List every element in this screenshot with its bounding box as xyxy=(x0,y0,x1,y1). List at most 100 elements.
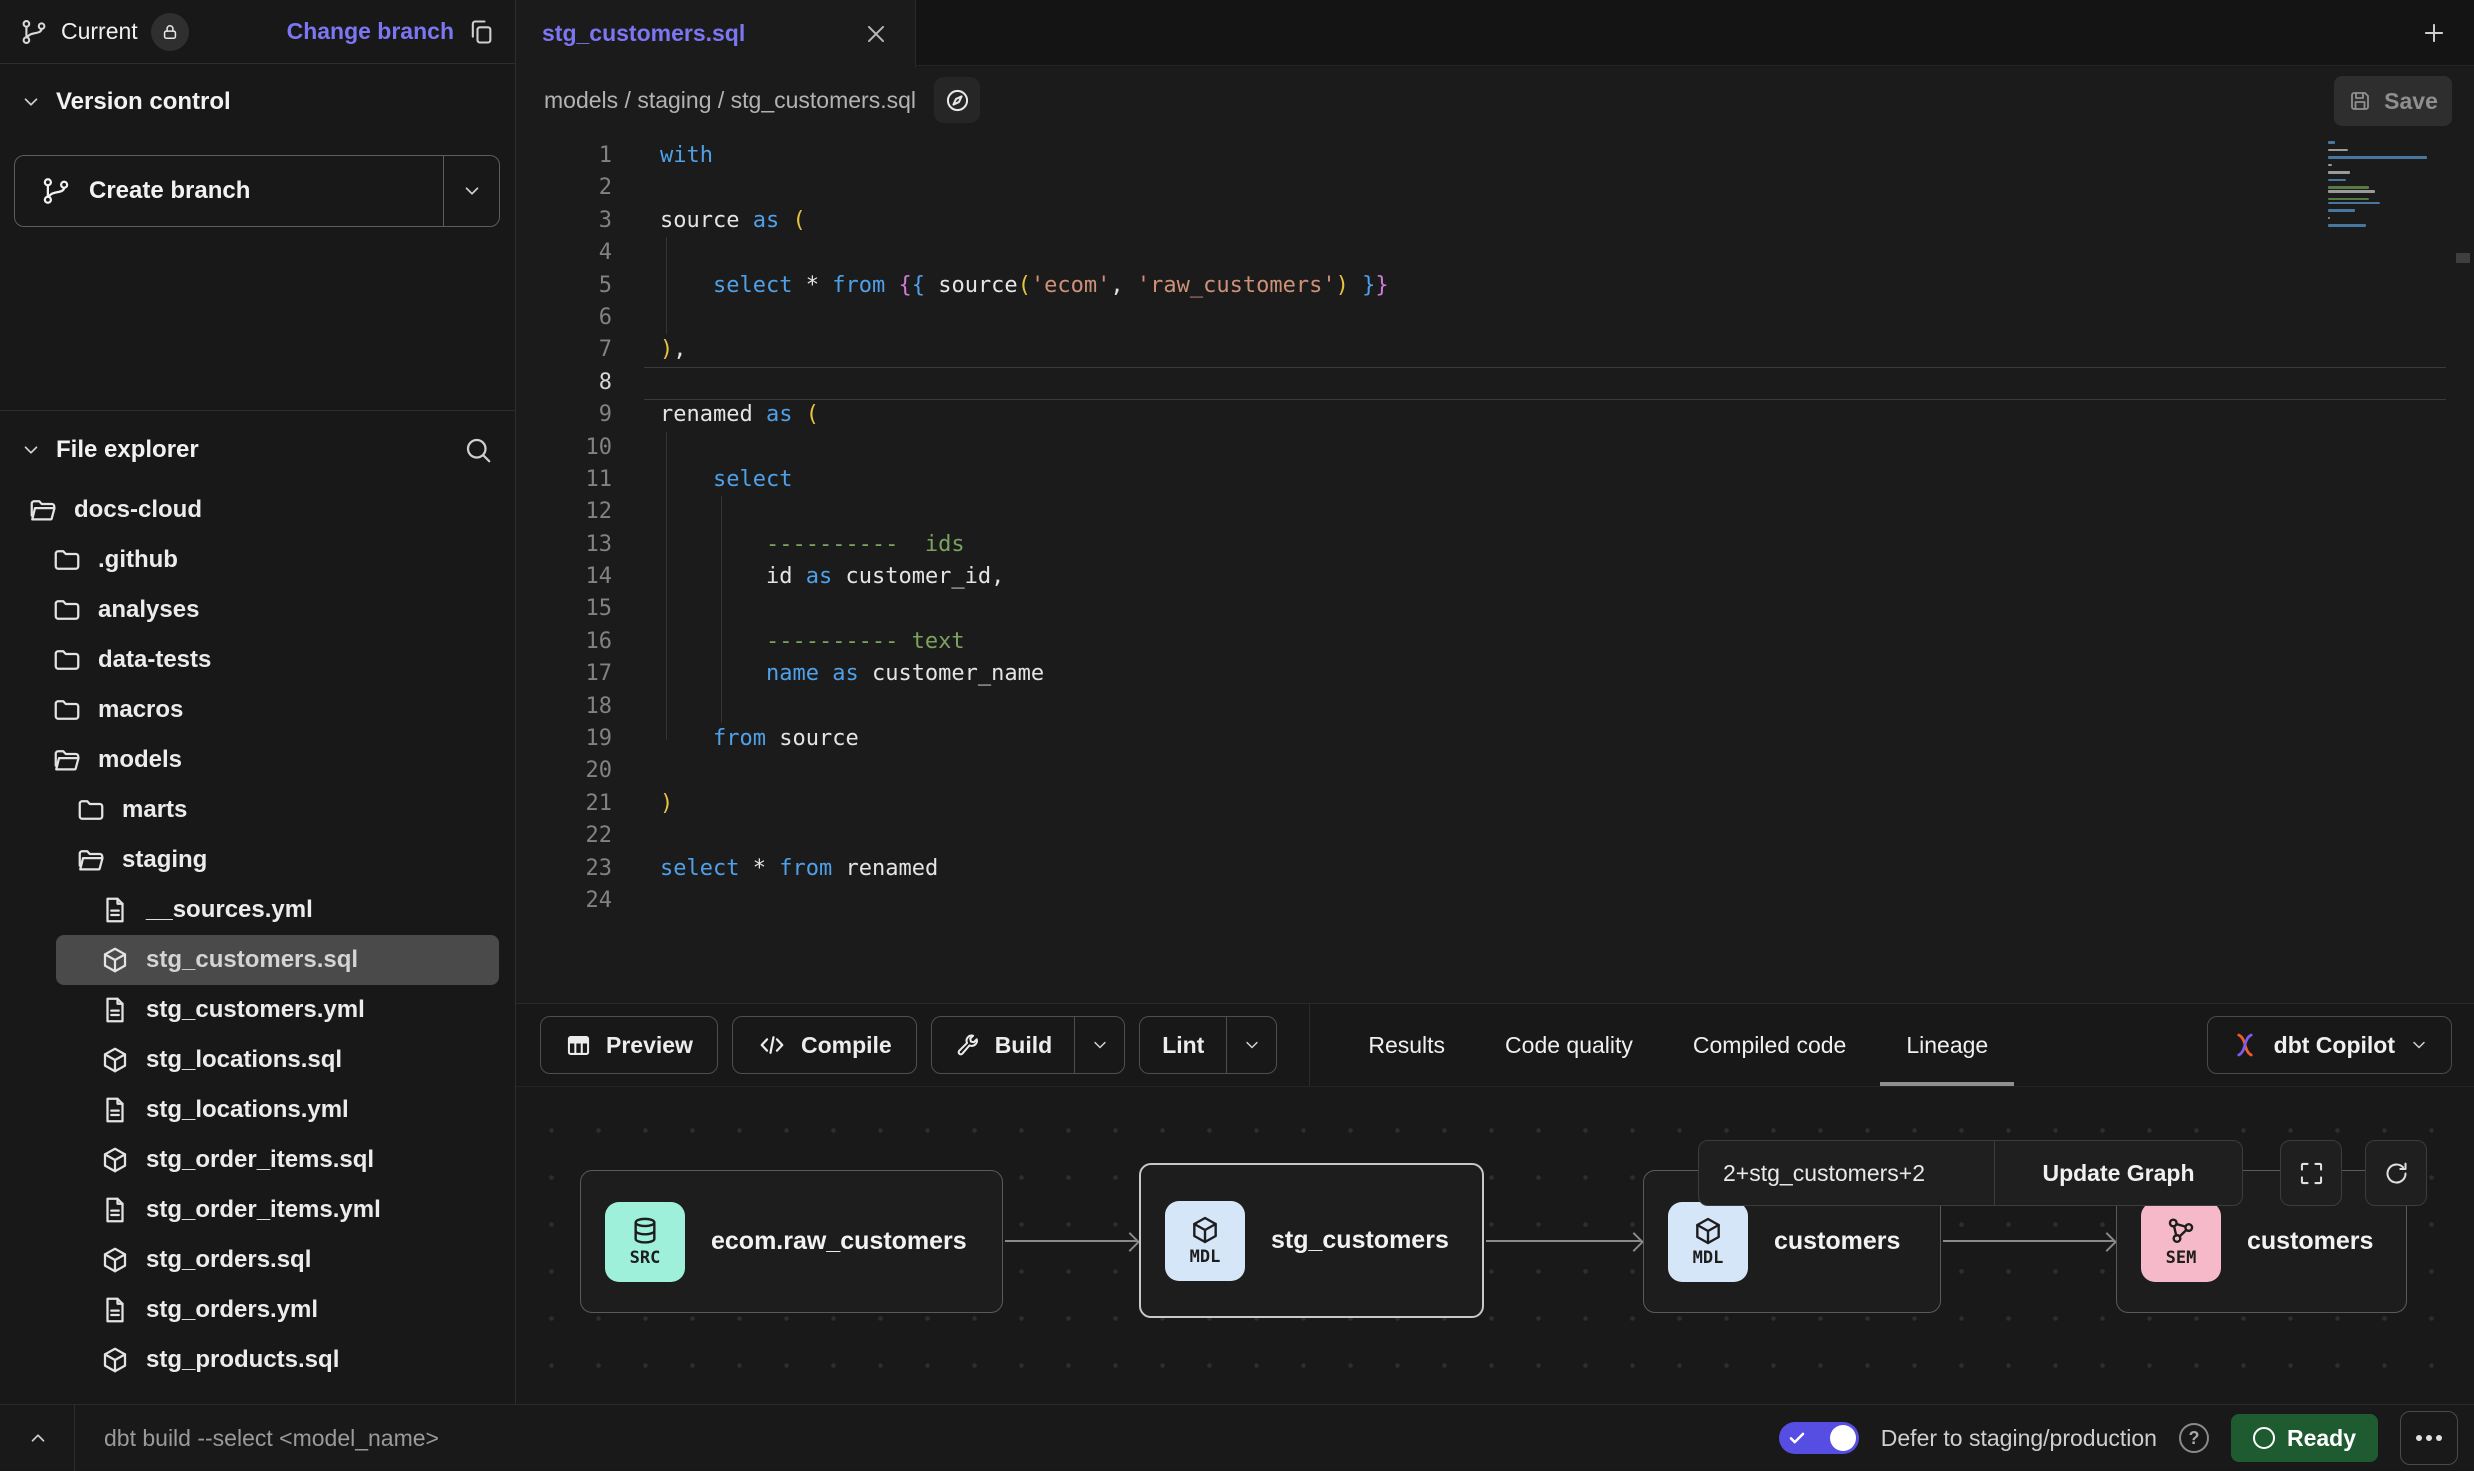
minimap[interactable] xyxy=(2328,141,2438,232)
copilot-compass-button[interactable] xyxy=(934,77,980,123)
tab-lineage[interactable]: Lineage xyxy=(1876,1004,2018,1086)
lineage-edge-arrow xyxy=(1005,1240,1137,1242)
lineage-node-stg_customers[interactable]: MDLstg_customers xyxy=(1139,1163,1484,1318)
code-line-7[interactable]: ), xyxy=(660,334,1389,366)
compile-button[interactable]: Compile xyxy=(732,1016,917,1074)
file-label: .github xyxy=(98,546,178,574)
close-tab-icon[interactable] xyxy=(863,21,889,47)
code-area[interactable]: 123456789101112131415161718192021222324 … xyxy=(516,133,2474,1003)
cli-command-input[interactable]: dbt build --select <model_name> xyxy=(104,1405,439,1471)
preview-button[interactable]: Preview xyxy=(540,1016,718,1074)
lineage-panel[interactable]: SRCecom.raw_customers MDLstg_customers MDL… xyxy=(516,1086,2474,1404)
tree-item-stg_locations.sql[interactable]: stg_locations.sql xyxy=(0,1035,515,1085)
node-badge-mdl: MDL xyxy=(1668,1202,1748,1282)
tree-item-docs-cloud[interactable]: docs-cloud xyxy=(0,485,515,535)
tree-item-stg_orders.sql[interactable]: stg_orders.sql xyxy=(0,1235,515,1285)
code-line-21[interactable]: ) xyxy=(660,788,1389,820)
tab-compiled-code[interactable]: Compiled code xyxy=(1663,1004,1876,1086)
code-line-23[interactable]: select * from renamed xyxy=(660,853,1389,885)
build-dropdown[interactable] xyxy=(1074,1017,1124,1073)
code-line-20[interactable] xyxy=(660,755,1389,787)
ready-label: Ready xyxy=(2287,1425,2356,1452)
tree-item-stg_customers.yml[interactable]: stg_customers.yml xyxy=(0,985,515,1035)
code-line-15[interactable] xyxy=(660,593,1389,625)
code-line-2[interactable] xyxy=(660,172,1389,204)
tree-item-stg_order_items.yml[interactable]: stg_order_items.yml xyxy=(0,1185,515,1235)
code-line-18[interactable] xyxy=(660,691,1389,723)
code-line-12[interactable] xyxy=(660,496,1389,528)
change-branch-link[interactable]: Change branch xyxy=(287,18,454,45)
fullscreen-button[interactable] xyxy=(2280,1140,2342,1206)
defer-toggle[interactable] xyxy=(1779,1422,1859,1454)
copy-icon[interactable] xyxy=(467,18,495,46)
new-tab-button[interactable] xyxy=(2412,11,2456,55)
table-icon xyxy=(565,1032,592,1059)
code-line-1[interactable]: with xyxy=(660,140,1389,172)
code-line-10[interactable] xyxy=(660,432,1389,464)
code-line-13[interactable]: ---------- ids xyxy=(660,529,1389,561)
folder-open-icon xyxy=(76,845,106,875)
update-graph-button[interactable]: Update Graph xyxy=(1994,1141,2242,1205)
code-line-22[interactable] xyxy=(660,820,1389,852)
tab-stg-customers-sql[interactable]: stg_customers.sql xyxy=(516,0,916,67)
file-explorer-header[interactable]: File explorer xyxy=(0,411,515,471)
save-button[interactable]: Save xyxy=(2334,76,2452,126)
create-branch-dropdown[interactable] xyxy=(443,156,499,226)
file-label: stg_locations.yml xyxy=(146,1096,349,1124)
tree-item-macros[interactable]: macros xyxy=(0,685,515,735)
code-line-3[interactable]: source as ( xyxy=(660,205,1389,237)
code-line-6[interactable] xyxy=(660,302,1389,334)
status-bar: dbt build --select <model_name> Defer to… xyxy=(0,1404,2474,1470)
line-number: 17 xyxy=(516,658,612,690)
code-line-11[interactable]: select xyxy=(660,464,1389,496)
tree-item-.github[interactable]: .github xyxy=(0,535,515,585)
minimap-line xyxy=(2328,156,2427,159)
code-line-17[interactable]: name as customer_name xyxy=(660,658,1389,690)
code-column[interactable]: with source as ( select * from {{ source(… xyxy=(660,140,1389,1003)
branch-bar: Current Change branch xyxy=(0,0,515,64)
refresh-graph-button[interactable] xyxy=(2365,1140,2427,1206)
tree-item-marts[interactable]: marts xyxy=(0,785,515,835)
lineage-selector-input[interactable]: 2+stg_customers+2 xyxy=(1699,1141,1994,1205)
tree-item-data-tests[interactable]: data-tests xyxy=(0,635,515,685)
lineage-node-ecom.raw_customers[interactable]: SRCecom.raw_customers xyxy=(580,1170,1003,1313)
tree-item-staging[interactable]: staging xyxy=(0,835,515,885)
dbt-copilot-button[interactable]: dbt Copilot xyxy=(2207,1016,2452,1074)
tree-item-stg_order_items.sql[interactable]: stg_order_items.sql xyxy=(0,1135,515,1185)
code-line-14[interactable]: id as customer_id, xyxy=(660,561,1389,593)
expand-cli-button[interactable] xyxy=(18,1418,58,1458)
create-branch-main[interactable]: Create branch xyxy=(15,156,443,226)
help-icon[interactable]: ? xyxy=(2179,1423,2209,1453)
tree-item-stg_locations.yml[interactable]: stg_locations.yml xyxy=(0,1085,515,1135)
code-line-8[interactable] xyxy=(660,367,1389,399)
build-button[interactable]: Build xyxy=(932,1017,1075,1073)
file-icon xyxy=(100,995,130,1025)
minimap-line xyxy=(2328,179,2346,182)
tree-item-models[interactable]: models xyxy=(0,735,515,785)
statusbar-divider xyxy=(74,1405,75,1471)
code-line-4[interactable] xyxy=(660,237,1389,269)
tab-results[interactable]: Results xyxy=(1338,1004,1475,1086)
lineage-selector-box: 2+stg_customers+2 Update Graph xyxy=(1698,1140,2243,1206)
code-editor[interactable]: 123456789101112131415161718192021222324 … xyxy=(516,133,2474,1003)
code-line-5[interactable]: select * from {{ source('ecom', 'raw_cus… xyxy=(660,270,1389,302)
code-line-16[interactable]: ---------- text xyxy=(660,626,1389,658)
scrollbar-marker[interactable] xyxy=(2456,253,2470,263)
tab-code-quality[interactable]: Code quality xyxy=(1475,1004,1663,1086)
line-number: 6 xyxy=(516,302,612,334)
code-line-9[interactable]: renamed as ( xyxy=(660,399,1389,431)
tree-item-__sources.yml[interactable]: __sources.yml xyxy=(0,885,515,935)
tree-item-stg_orders.yml[interactable]: stg_orders.yml xyxy=(0,1285,515,1335)
git-branch-icon xyxy=(41,176,71,206)
lint-dropdown[interactable] xyxy=(1226,1017,1276,1073)
search-icon[interactable] xyxy=(463,435,493,465)
more-options-button[interactable] xyxy=(2400,1411,2458,1465)
tree-item-stg_products.sql[interactable]: stg_products.sql xyxy=(0,1335,515,1385)
create-branch-button[interactable]: Create branch xyxy=(14,155,500,227)
code-line-24[interactable] xyxy=(660,885,1389,917)
version-control-header[interactable]: Version control xyxy=(20,88,231,116)
tree-item-stg_customers.sql[interactable]: stg_customers.sql xyxy=(56,935,499,985)
tree-item-analyses[interactable]: analyses xyxy=(0,585,515,635)
code-line-19[interactable]: from source xyxy=(660,723,1389,755)
lint-button[interactable]: Lint xyxy=(1140,1017,1226,1073)
